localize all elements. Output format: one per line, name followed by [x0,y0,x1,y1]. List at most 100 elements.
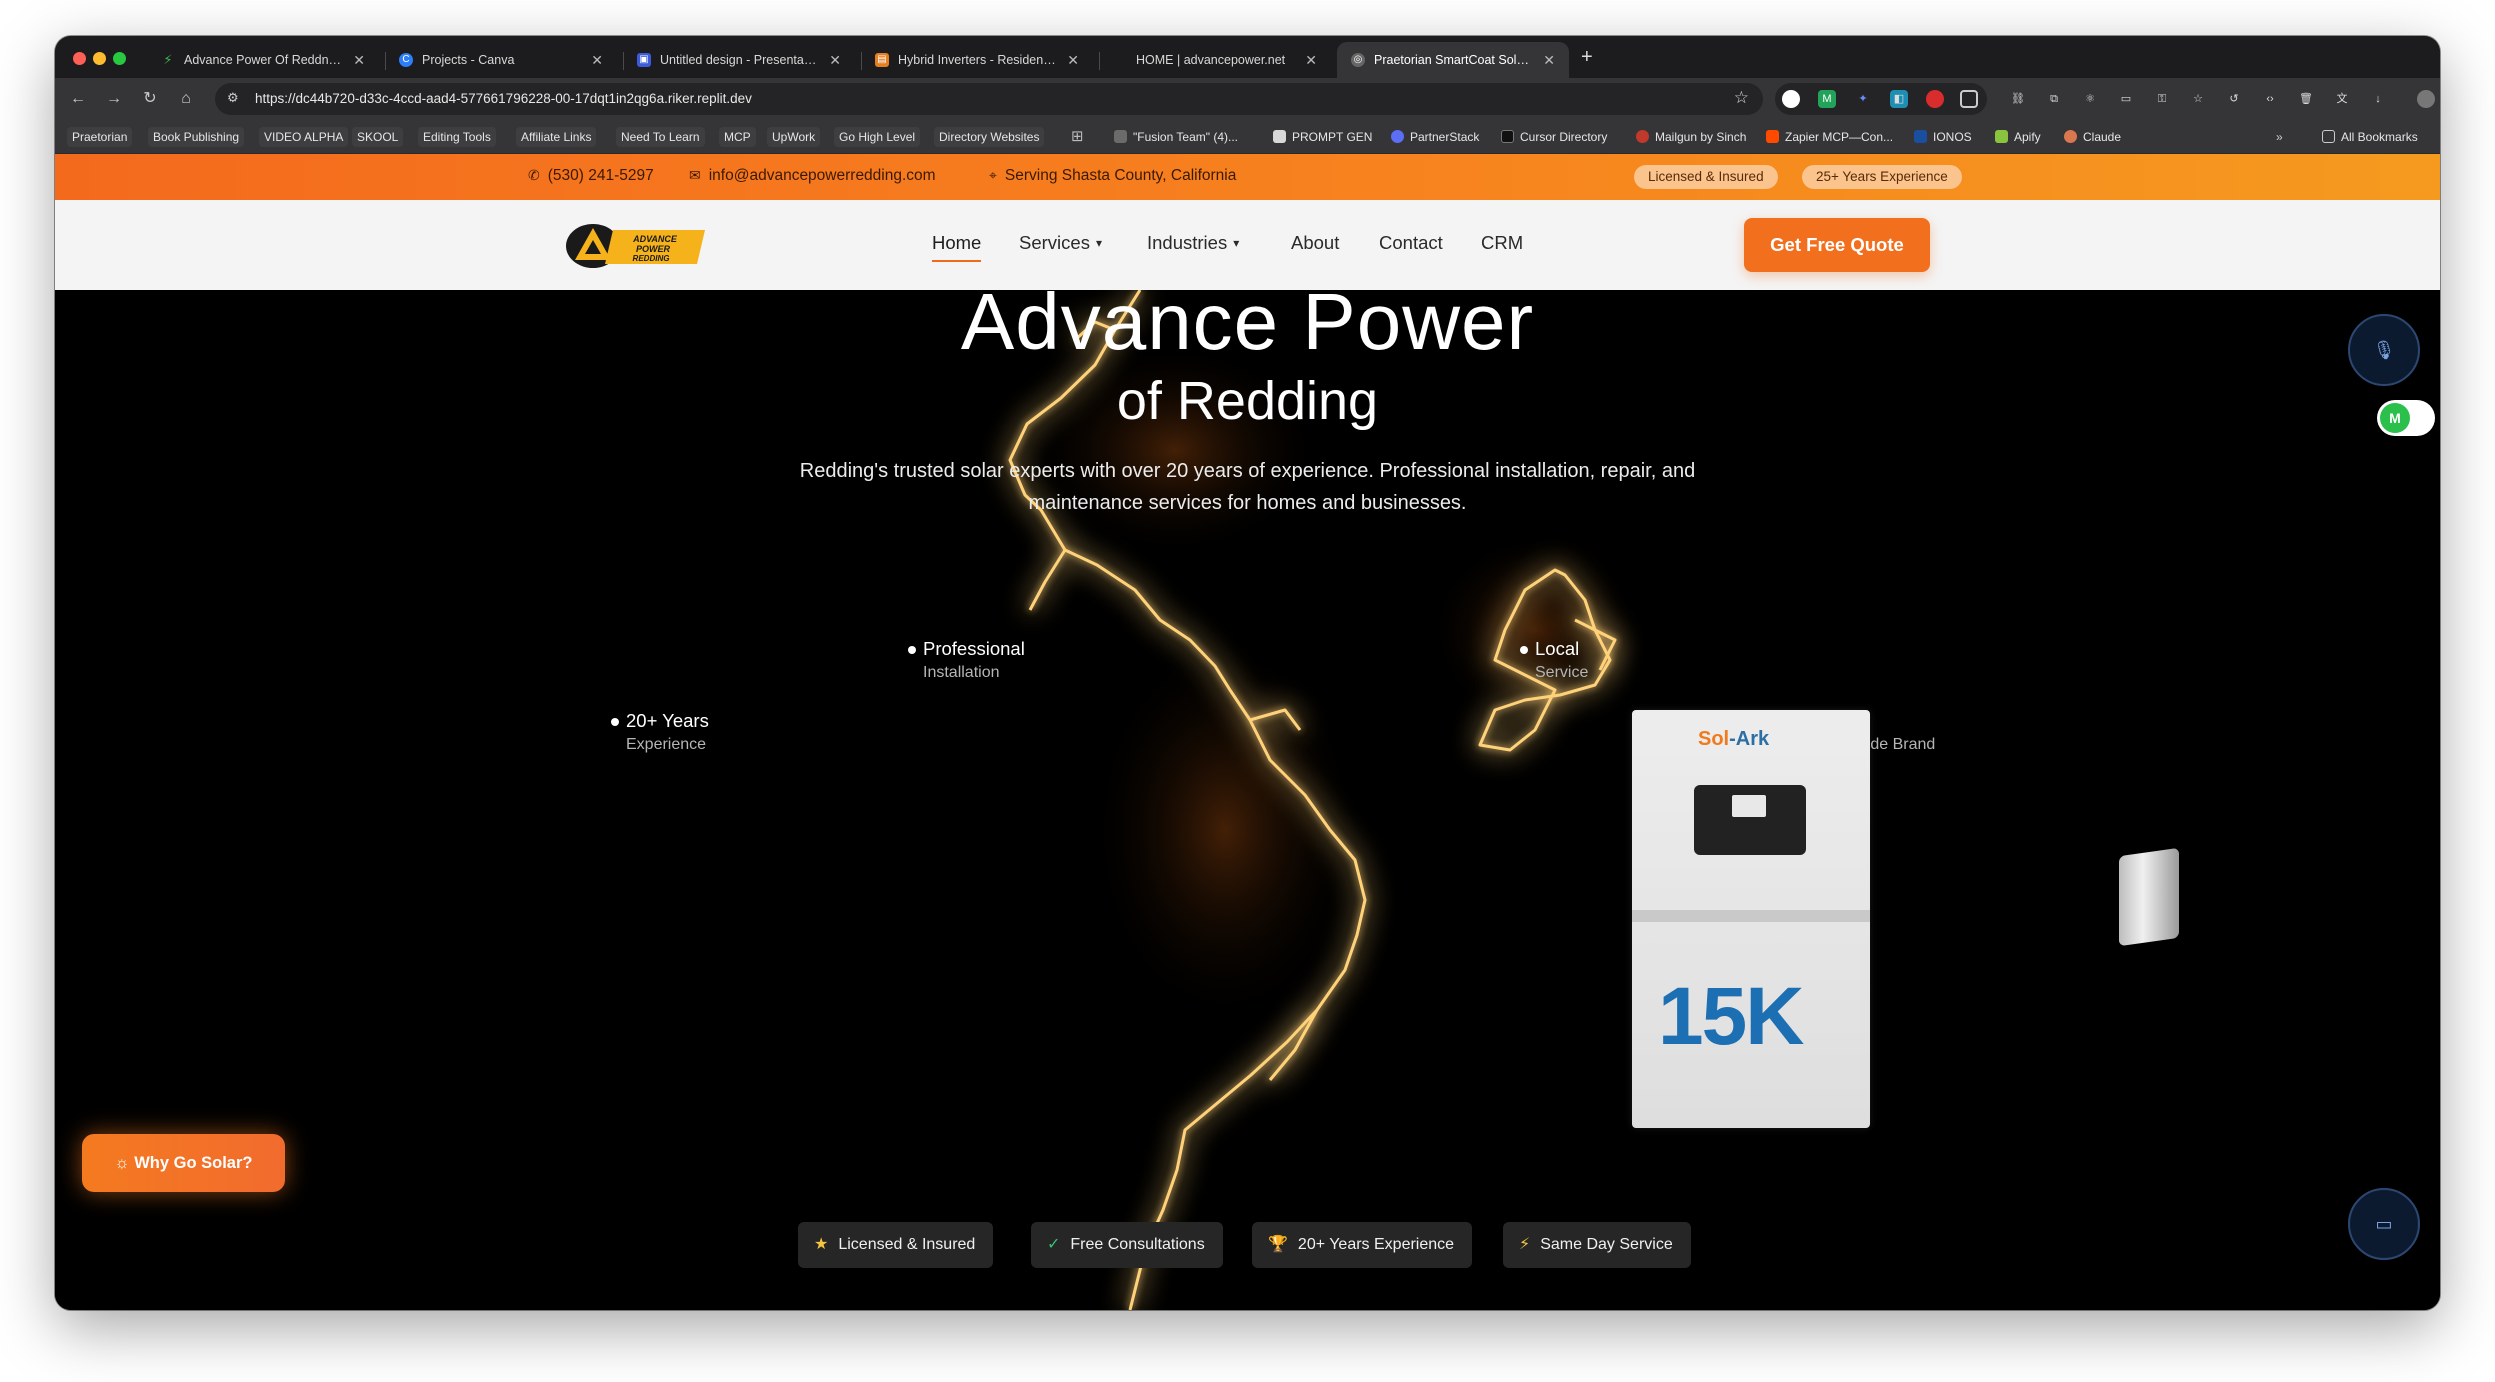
all-bookmarks-folder[interactable]: All Bookmarks [2317,127,2423,147]
company-logo[interactable]: ADVANCE POWER REDDING [565,220,710,270]
sun-icon: ☼ [114,1154,135,1172]
code-icon[interactable]: ‹› [2261,90,2279,108]
close-tab-icon[interactable]: ✕ [1067,52,1079,69]
trash-icon[interactable]: 🗑 [2297,90,2315,108]
extension-icon[interactable]: ⧉ [2045,90,2063,108]
inverter-model: 15K [1658,971,1804,1062]
nav-contact[interactable]: Contact [1379,232,1443,254]
bookmark-link[interactable]: PROMPT GEN [1268,127,1377,147]
bookmark-link[interactable]: Cursor Directory [1496,127,1612,147]
download-icon[interactable]: ↓ [2369,90,2387,108]
extension-icon[interactable]: M [1818,90,1836,108]
extension-icon[interactable] [1782,90,1800,108]
nav-home[interactable]: Home [932,232,982,262]
new-tab-icon[interactable]: + [1581,46,1593,69]
why-go-solar-button[interactable]: ☼ Why Go Solar? [82,1134,285,1192]
trust-badge: 🏆 20+ Years Experience [1252,1222,1473,1268]
nav-industries[interactable]: Industries ▾ [1147,232,1239,254]
bookmark-folder[interactable]: Directory Websites [934,127,1045,147]
maximize-window-button[interactable] [113,52,126,65]
close-tab-icon[interactable]: ✕ [1543,52,1555,69]
close-tab-icon[interactable]: ✕ [353,52,365,69]
hero-section: Advance Power of Redding Redding's trust… [55,290,2440,1310]
favorites-icon[interactable]: ☆ [2189,90,2207,108]
lightning-icon: ⚡ [163,52,173,67]
extension-icon[interactable] [1926,90,1944,108]
nav-crm[interactable]: CRM [1481,232,1523,254]
close-tab-icon[interactable]: ✕ [1305,52,1317,69]
extensions-puzzle-icon[interactable] [1960,90,1978,108]
minimize-window-button[interactable] [93,52,106,65]
browser-tab[interactable]: HOME | advancepower.net ✕ [1099,42,1331,78]
inverter-display [1694,785,1806,855]
bookmark-link[interactable]: "Fusion Team" (4)... [1109,127,1243,147]
svg-text:POWER: POWER [636,244,671,254]
feature-professional: Professional Installation [908,638,1025,682]
forward-icon[interactable]: → [103,88,125,110]
bookmark-folder[interactable]: VIDEO ALPHA [259,127,349,147]
email-link[interactable]: ✉ info@advancepowerredding.com [689,167,936,185]
bookmark-link[interactable]: Claude [2059,127,2126,147]
browser-tab-active[interactable]: ◎ Praetorian SmartCoat Solutio ✕ [1337,42,1569,78]
map-pin-icon: ⌖ [989,167,997,183]
browser-tab[interactable]: C Projects - Canva ✕ [385,42,617,78]
bookmark-link[interactable]: IONOS [1909,127,1977,147]
key-icon[interactable]: ⚿ [2153,90,2171,108]
bookmark-folder[interactable]: Affiliate Links [516,127,597,147]
hero-description: Redding's trusted solar experts with ove… [799,460,1696,514]
star-icon: ★ [814,1236,829,1253]
get-free-quote-button[interactable]: Get Free Quote [1744,218,1930,272]
globe-icon: ◎ [1351,53,1365,67]
mail-icon: ✉ [689,167,701,183]
bookmark-star-icon[interactable]: ☆ [1734,88,1749,108]
chat-icon[interactable]: ▭ [2348,1188,2420,1260]
home-icon[interactable]: ⌂ [175,88,197,110]
contact-bar: ✆ (530) 241-5297 ✉ info@advancepowerreddin… [55,154,2440,200]
battery-image [2119,847,2179,947]
bookmarks-overflow-icon[interactable]: » [2271,127,2288,147]
bookmark-folder[interactable]: MCP [719,127,756,147]
m-extension-icon: M [2380,403,2410,433]
bookmark-folder[interactable]: Book Publishing [148,127,245,147]
close-tab-icon[interactable]: ✕ [591,52,603,69]
bookmarks-bar: Praetorian Book Publishing VIDEO ALPHA S… [55,120,2440,154]
translate-icon[interactable]: 文 [2333,90,2351,108]
phone-link[interactable]: ✆ (530) 241-5297 [528,167,654,185]
browser-tab[interactable]: ⚡ Advance Power Of Reddng | P ✕ [147,42,379,78]
site-settings-icon[interactable]: ⚙ [227,90,239,106]
location-text: ⌖ Serving Shasta County, California [989,167,1237,184]
bookmark-folder[interactable]: UpWork [767,127,821,147]
back-icon[interactable]: ← [67,88,89,110]
experience-badge: 25+ Years Experience [1802,165,1962,189]
tab-title: HOME | advancepower.net [1136,53,1286,67]
close-window-button[interactable] [73,52,86,65]
link-icon[interactable]: ⛓ [2009,90,2027,108]
bookmark-folder[interactable]: Need To Learn [616,127,705,147]
bookmark-link[interactable]: Apify [1990,127,2046,147]
extension-icon[interactable]: ⚛ [2081,90,2099,108]
close-tab-icon[interactable]: ✕ [829,52,841,69]
nav-services[interactable]: Services ▾ [1019,232,1102,254]
extension-icon[interactable]: ✦ [1854,90,1872,108]
history-icon[interactable]: ↺ [2225,90,2243,108]
microphone-icon[interactable]: 🎙 [2348,314,2420,386]
bookmark-folder[interactable]: Praetorian [67,127,133,147]
bookmark-folder[interactable]: SKOOL [352,127,404,147]
bookmark-folder[interactable]: Go High Level [834,127,921,147]
browser-window: ⚡ Advance Power Of Reddng | P ✕ C Projec… [55,36,2440,1310]
reload-icon[interactable]: ↻ [139,88,161,110]
extension-icon[interactable]: ◧ [1890,90,1908,108]
browser-tab[interactable]: ▣ Untitled design - Presentation ✕ [623,42,855,78]
apps-grid-icon[interactable]: ⊞ [1066,127,1089,147]
bookmark-link[interactable]: PartnerStack [1386,127,1484,147]
nav-about[interactable]: About [1291,232,1339,254]
cast-icon[interactable]: ▭ [2117,90,2135,108]
bookmark-link[interactable]: Mailgun by Sinch [1631,127,1751,147]
extension-widget-toggle[interactable]: M [2377,400,2435,436]
bookmark-link[interactable]: Zapier MCP—Con... [1761,127,1898,147]
address-bar[interactable]: ⚙ https://dc44b720-d33c-4ccd-aad4-577661… [215,83,1763,115]
profile-avatar[interactable] [2417,90,2435,108]
bookmark-folder[interactable]: Editing Tools [418,127,496,147]
tab-title: Projects - Canva [422,53,515,67]
browser-tab[interactable]: ▤ Hybrid Inverters - Residential ✕ [861,42,1093,78]
